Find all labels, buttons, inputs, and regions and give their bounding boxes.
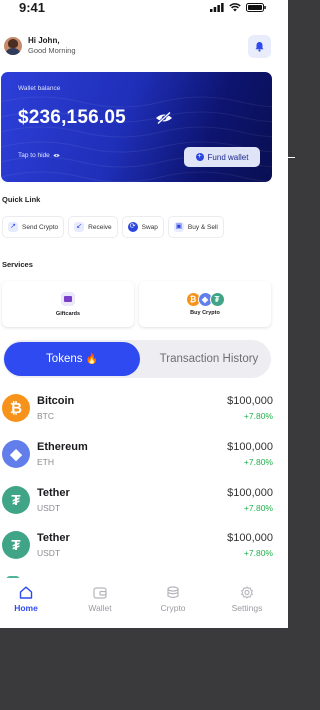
giftcard-icon [61, 291, 75, 306]
tab-transaction-history[interactable]: Transaction History [148, 342, 270, 376]
nav-wallet-label: Wallet [88, 603, 112, 613]
token-price: $100,000 [227, 487, 273, 499]
token-price: $100,000 [227, 532, 273, 544]
wallet-balance-label: Wallet balance [18, 85, 61, 92]
swap-icon: ⟳ [127, 222, 138, 232]
wallet-icon [93, 587, 107, 599]
avatar[interactable] [4, 37, 22, 55]
plus-icon: + [195, 153, 204, 161]
greeting-name: Hi John, [28, 36, 60, 45]
coins-icon [167, 586, 179, 599]
swap-button[interactable]: ⟳ Swap [121, 216, 164, 238]
token-symbol: ETH [37, 457, 54, 467]
wallet-balance-amount: $236,156.05 [18, 107, 126, 128]
tether-icon: ₮ [2, 531, 30, 559]
giftcards-label: Giftcards [55, 310, 81, 317]
fund-wallet-button[interactable]: + Fund wallet [184, 147, 260, 167]
token-row[interactable]: ₿ Bitcoin BTC $100,000 +7.80% [0, 392, 288, 432]
nav-settings-label: Settings [231, 603, 263, 613]
wallet-balance-card: Wallet balance $236,156.05 Tap to hide +… [1, 72, 272, 182]
token-change: +7.80% [243, 411, 273, 421]
buy-sell-icon: ▣ [173, 222, 184, 232]
bottom-nav: Home Wallet Crypto Settings [0, 578, 288, 628]
token-price: $100,000 [227, 395, 273, 407]
send-crypto-button[interactable]: ↗ Send Crypto [2, 216, 65, 238]
status-icons [210, 3, 266, 12]
token-name: Tether [37, 532, 70, 544]
token-symbol: BTC [37, 411, 54, 421]
annotation-line [284, 157, 295, 158]
swap-label: Swap [141, 223, 158, 231]
nav-crypto-label: Crypto [160, 603, 186, 613]
giftcards-card[interactable]: Giftcards [2, 281, 134, 327]
token-tabs: Tokens 🔥 Transaction History [3, 340, 271, 378]
gear-icon [241, 586, 253, 599]
token-name: Ethereum [37, 441, 88, 453]
wifi-icon [229, 3, 241, 12]
app-screen: 9:41 Hi John, Good Morning Wallet balanc… [0, 0, 288, 628]
status-time: 9:41 [19, 0, 46, 15]
token-symbol: USDT [37, 548, 61, 558]
fire-icon: 🔥 [85, 353, 98, 365]
user-greeting: Hi John, Good Morning [4, 36, 76, 56]
buy-sell-label: Buy & Sell [187, 223, 218, 231]
tab-tokens-label: Tokens [46, 353, 83, 365]
quick-link-row: ↗ Send Crypto ↙ Receive ⟳ Swap ▣ Buy & S… [2, 216, 224, 238]
tab-tokens[interactable]: Tokens 🔥 [4, 342, 140, 376]
bell-icon [255, 42, 264, 52]
bitcoin-icon: ₿ [2, 394, 30, 422]
buy-crypto-card[interactable]: ₿ ◆ ₮ Buy Crypto [139, 281, 271, 327]
notifications-button[interactable] [248, 35, 271, 58]
token-row[interactable]: ◆ Ethereum ETH $100,000 +7.80% [0, 438, 288, 478]
buy-crypto-label: Buy Crypto [190, 310, 220, 316]
nav-crypto[interactable]: Crypto [143, 586, 203, 613]
services-row: Giftcards ₿ ◆ ₮ Buy Crypto [2, 281, 271, 327]
token-change: +7.80% [243, 457, 273, 467]
tap-to-hide-label: Tap to hide [18, 152, 50, 159]
receive-label: Receive [88, 223, 112, 231]
receive-button[interactable]: ↙ Receive [68, 216, 118, 238]
quick-link-title: Quick Link [2, 195, 41, 204]
eye-icon [53, 154, 60, 157]
battery-icon [246, 3, 266, 12]
greeting-subtitle: Good Morning [28, 46, 76, 55]
token-change: +7.80% [243, 548, 273, 558]
token-name: Bitcoin [37, 395, 75, 407]
eye-slash-icon[interactable] [155, 112, 173, 124]
nav-settings[interactable]: Settings [217, 586, 277, 613]
fund-wallet-label: Fund wallet [207, 152, 249, 162]
nav-home[interactable]: Home [0, 586, 56, 613]
crypto-coins-icon: ₿ ◆ ₮ [185, 292, 225, 307]
buy-sell-button[interactable]: ▣ Buy & Sell [167, 216, 224, 238]
ethereum-icon: ◆ [2, 440, 30, 468]
send-crypto-label: Send Crypto [22, 223, 59, 231]
token-name: Tether [37, 487, 70, 499]
arrow-down-left-icon: ↙ [74, 222, 85, 232]
signal-icon [210, 3, 224, 12]
token-price: $100,000 [227, 441, 273, 453]
services-title: Services [2, 260, 33, 269]
status-bar: 9:41 [0, 0, 288, 22]
token-row[interactable]: ₮ Tether USDT $100,000 +7.80% [0, 484, 288, 524]
nav-home-label: Home [14, 603, 38, 613]
tab-transaction-history-label: Transaction History [159, 353, 259, 365]
token-symbol: USDT [37, 503, 61, 513]
token-row[interactable]: ₮ Tether USDT $100,000 +7.80% [0, 529, 288, 569]
nav-wallet[interactable]: Wallet [70, 586, 130, 613]
tap-to-hide[interactable]: Tap to hide [18, 152, 60, 159]
home-icon [19, 586, 33, 599]
token-change: +7.80% [243, 503, 273, 513]
tether-icon: ₮ [2, 486, 30, 514]
arrow-up-right-icon: ↗ [8, 222, 18, 232]
